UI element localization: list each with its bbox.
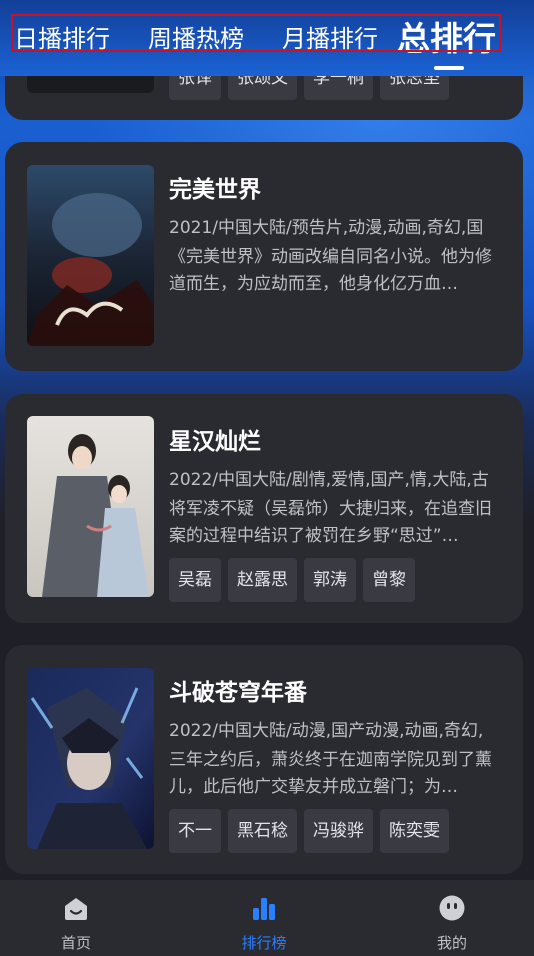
cast-tags: 不一 黑石稔 冯骏骅 陈奕雯	[169, 809, 449, 853]
active-tab-indicator	[434, 66, 464, 70]
poster-image	[27, 165, 154, 346]
ranking-card[interactable]: 斗破苍穹年番 2022/中国大陆/动漫,国产动漫,动画,奇幻, 三年之约后，萧炎…	[5, 645, 523, 874]
movie-description: 《完美世界》动画改编自同名小说。他为修道而生，为应劫而至，他身化亿万血…	[169, 247, 492, 294]
movie-meta: 2021/中国大陆/预告片,动漫,动画,奇幻,国	[169, 218, 484, 238]
movie-description: 三年之约后，萧炎终于在迦南学院见到了薰儿，此后他广交挚友并成立磐门；为…	[169, 750, 492, 797]
nav-home-label: 首页	[60, 934, 91, 952]
nav-profile[interactable]: 我的	[392, 880, 512, 956]
profile-icon	[439, 895, 465, 921]
cast-tag[interactable]: 赵露思	[228, 558, 297, 602]
ranking-card[interactable]: 星汉灿烂 2022/中国大陆/剧情,爱情,国产,情,大陆,古 将军凌不疑（吴磊饰…	[5, 394, 523, 623]
home-icon	[65, 898, 87, 920]
ranking-card[interactable]: 完美世界 2021/中国大陆/预告片,动漫,动画,奇幻,国 《完美世界》动画改编…	[5, 142, 523, 371]
cast-tag[interactable]: 曾黎	[363, 558, 415, 602]
movie-description: 将军凌不疑（吴磊饰）大捷归来，在追查旧案的过程中结识了被罚在乡野“思过”…	[169, 499, 492, 546]
movie-meta: 2022/中国大陆/剧情,爱情,国产,情,大陆,古	[169, 470, 489, 490]
cast-tags: 吴磊 赵露思 郭涛 曾黎	[169, 558, 415, 602]
cast-tag[interactable]: 吴磊	[169, 558, 221, 602]
cast-tag[interactable]: 冯骏骅	[304, 809, 373, 853]
bar-chart-icon	[253, 898, 275, 920]
movie-title[interactable]: 斗破苍穹年番	[169, 673, 307, 707]
nav-ranking[interactable]: 排行榜	[204, 880, 324, 956]
movie-title[interactable]: 完美世界	[169, 170, 261, 204]
ranking-tab-bar: 日播排行 周播热榜 月播排行 总排行	[0, 0, 534, 76]
movie-title[interactable]: 星汉灿烂	[169, 422, 261, 456]
bottom-navigation: 首页 排行榜 我的	[0, 880, 534, 956]
poster-image	[27, 668, 154, 849]
poster-image	[27, 416, 154, 597]
nav-profile-label: 我的	[436, 934, 467, 952]
cast-tag[interactable]: 不一	[169, 809, 221, 853]
cast-tag[interactable]: 郭涛	[304, 558, 356, 602]
nav-ranking-label: 排行榜	[241, 934, 287, 952]
cast-tag[interactable]: 黑石稔	[228, 809, 297, 853]
highlight-box	[11, 14, 501, 52]
movie-meta: 2022/中国大陆/动漫,国产动漫,动画,奇幻,	[169, 721, 484, 741]
cast-tag[interactable]: 陈奕雯	[380, 809, 449, 853]
nav-home[interactable]: 首页	[16, 880, 136, 956]
